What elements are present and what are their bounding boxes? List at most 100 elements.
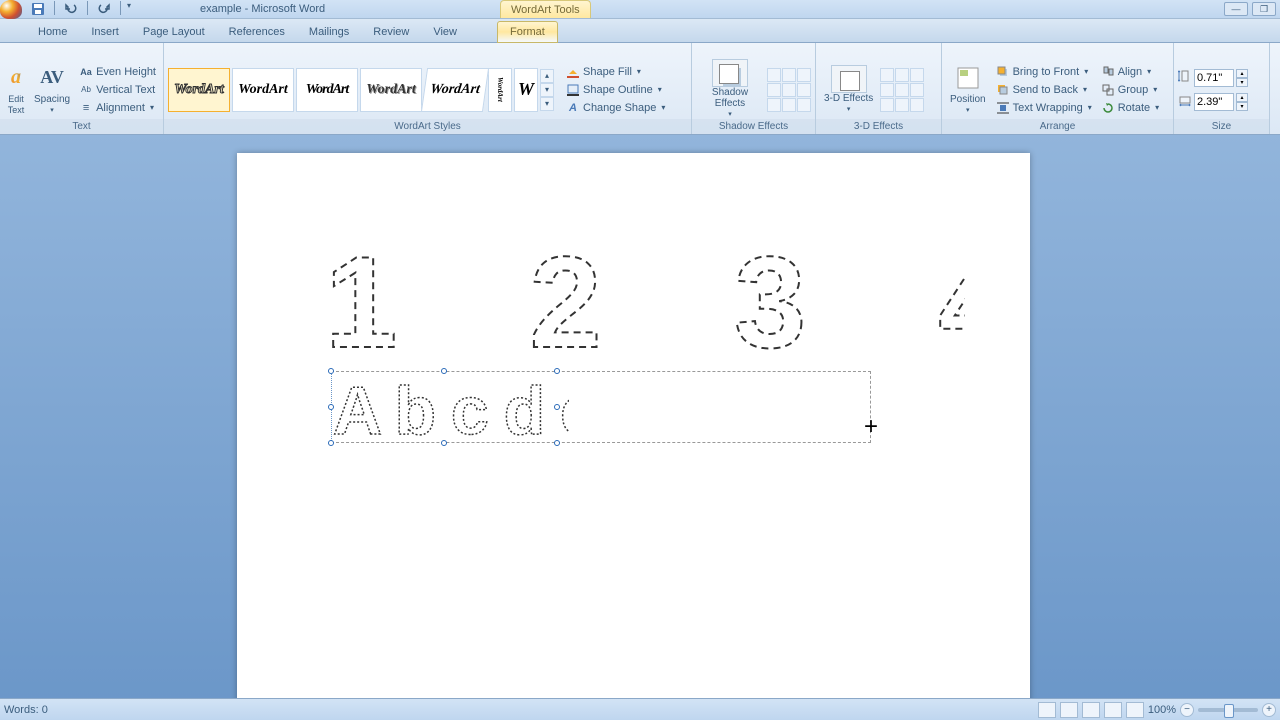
group-3d-effects: 3-D Effects ▾ 3-D Effects [816,43,942,134]
shape-fill-button[interactable]: Shape Fill [563,64,668,80]
svg-text:1 2 3 4 5: 1 2 3 4 5 [325,239,965,369]
style-item-1[interactable]: WordArt [168,68,230,112]
change-shape-icon: A [566,101,580,115]
save-icon[interactable] [28,1,48,17]
gallery-more-button[interactable]: ▾ [540,97,554,111]
spacing-icon: AV [38,64,66,92]
height-down[interactable]: ▾ [1236,78,1248,87]
align-button[interactable]: Align [1098,64,1162,80]
zoom-slider[interactable] [1198,708,1258,712]
office-button[interactable] [0,0,22,19]
edit-text-button[interactable]: a EditText [4,54,28,126]
3d-tilt-grid[interactable] [880,68,924,112]
group-styles-label: WordArt Styles [164,119,691,134]
group-arrange-label: Arrange [942,119,1173,134]
styles-gallery: WordArt WordArt WordArt WordArt WordArt … [168,68,554,112]
ribbon-tabs: Home Insert Page Layout References Maili… [0,19,1280,43]
shadow-nudge-grid[interactable] [767,68,811,112]
tab-view[interactable]: View [421,22,469,42]
position-icon [954,64,982,92]
group-button[interactable]: Group [1098,82,1162,98]
even-height-icon: Aa [79,65,93,79]
send-to-back-button[interactable]: Send to Back [993,82,1095,98]
tab-references[interactable]: References [217,22,297,42]
word-count[interactable]: Words: 0 [4,704,48,716]
shape-outline-button[interactable]: Shape Outline [563,82,668,98]
group-shadow-effects: Shadow Effects ▾ Shadow Effects [692,43,816,134]
bring-front-icon [996,65,1010,79]
tab-mailings[interactable]: Mailings [297,22,361,42]
3d-preview-icon [831,65,867,93]
3d-effects-button[interactable]: 3-D Effects ▾ [820,54,877,126]
tab-home[interactable]: Home [26,22,79,42]
style-item-5[interactable]: WordArt [421,68,489,112]
group-text-label: Text [0,119,163,134]
view-draft[interactable] [1126,702,1144,718]
shape-outline-icon [566,83,580,97]
edit-text-icon: a [2,64,30,92]
style-item-6[interactable]: WordArt [488,68,512,112]
crosshair-cursor: + [864,413,878,441]
group-text: a EditText AV Spacing ▾ Aa Even Height A… [0,43,164,134]
view-outline[interactable] [1104,702,1122,718]
group-wordart-styles: WordArt WordArt WordArt WordArt WordArt … [164,43,692,134]
align-icon [1101,65,1115,79]
zoom-out-button[interactable]: − [1180,703,1194,717]
style-item-4[interactable]: WordArt [360,68,422,112]
contextual-tab-label: WordArt Tools [500,0,591,18]
height-input[interactable]: 0.71" [1194,69,1234,87]
group-icon [1101,83,1115,97]
width-down[interactable]: ▾ [1236,102,1248,111]
zoom-level[interactable]: 100% [1148,704,1176,716]
window-title: example - Microsoft Word [200,3,325,15]
bring-to-front-button[interactable]: Bring to Front [993,64,1095,80]
statusbar: Words: 0 100% − + [0,698,1280,720]
alignment-icon: ≡ [79,101,93,115]
style-item-3[interactable]: WordArt [296,68,358,112]
shadow-effects-button[interactable]: Shadow Effects ▾ [696,54,764,126]
change-shape-button[interactable]: A Change Shape [563,100,668,116]
alignment-button[interactable]: ≡ Alignment [76,100,159,116]
group-3d-label: 3-D Effects [816,119,941,134]
height-icon [1178,69,1192,86]
tab-page-layout[interactable]: Page Layout [131,22,217,42]
rotate-icon [1101,101,1115,115]
shape-fill-icon [566,65,580,79]
text-wrapping-button[interactable]: Text Wrapping [993,100,1095,116]
style-item-2[interactable]: WordArt [232,68,294,112]
minimize-button[interactable]: — [1224,2,1248,16]
tab-review[interactable]: Review [361,22,421,42]
spacing-button[interactable]: AV Spacing ▾ [31,54,73,126]
qat-customize-icon[interactable]: ▾ [127,1,131,17]
wordart-numbers[interactable]: 1 2 3 4 5 [325,239,965,369]
shadow-preview-icon [712,59,748,87]
send-back-icon [996,83,1010,97]
redo-icon[interactable] [94,1,114,17]
position-button[interactable]: Position ▾ [946,54,990,126]
text-wrap-icon [996,101,1010,115]
view-print-layout[interactable] [1038,702,1056,718]
document-area[interactable]: 1 2 3 4 5 A b c d e + [0,135,1280,698]
maximize-button[interactable]: ❐ [1252,2,1276,16]
gallery-down-button[interactable]: ▾ [540,83,554,97]
selection-handles[interactable] [331,371,557,443]
view-web-layout[interactable] [1082,702,1100,718]
page: 1 2 3 4 5 A b c d e + [237,153,1030,698]
style-item-7[interactable]: W [514,68,538,112]
zoom-in-button[interactable]: + [1262,703,1276,717]
rotate-button[interactable]: Rotate [1098,100,1162,116]
width-up[interactable]: ▴ [1236,93,1248,102]
group-shadow-label: Shadow Effects [692,119,815,134]
ribbon: a EditText AV Spacing ▾ Aa Even Height A… [0,43,1280,135]
vertical-text-button[interactable]: Ab Vertical Text [76,82,159,98]
even-height-button[interactable]: Aa Even Height [76,64,159,80]
undo-icon[interactable] [61,1,81,17]
gallery-up-button[interactable]: ▴ [540,69,554,83]
quick-access-toolbar: ▾ [28,1,131,17]
tab-insert[interactable]: Insert [79,22,131,42]
height-up[interactable]: ▴ [1236,69,1248,78]
width-input[interactable]: 2.39" [1194,93,1234,111]
vertical-text-icon: Ab [79,83,93,97]
view-full-screen[interactable] [1060,702,1078,718]
tab-format[interactable]: Format [497,21,558,43]
